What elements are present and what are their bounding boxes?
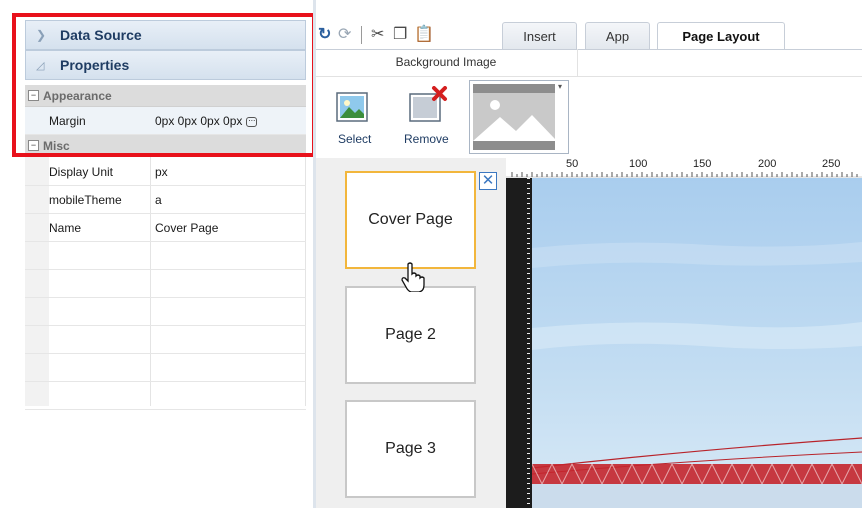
category-misc[interactable]: − Misc bbox=[25, 135, 306, 157]
ruler-label: 100 bbox=[629, 158, 648, 170]
group-separator bbox=[316, 76, 862, 77]
toolbar-separator bbox=[361, 26, 362, 44]
property-row-mobile-theme[interactable]: mobileTheme a bbox=[25, 186, 306, 214]
empty-row bbox=[25, 326, 306, 354]
select-button-label[interactable]: Select bbox=[338, 132, 371, 146]
page-thumbnail-cover[interactable]: Cover Page bbox=[345, 171, 476, 269]
horizontal-ruler: 50 100 150 200 250 bbox=[506, 158, 862, 179]
property-row-name[interactable]: Name Cover Page bbox=[25, 214, 306, 242]
collapse-toggle-icon[interactable]: − bbox=[28, 90, 39, 101]
cover-background-image bbox=[532, 178, 862, 508]
empty-row bbox=[25, 270, 306, 298]
refresh-icon[interactable]: ⟳ bbox=[338, 24, 351, 44]
select-image-icon[interactable] bbox=[336, 92, 368, 122]
property-value[interactable]: a bbox=[155, 193, 162, 207]
background-image-group-label: Background Image bbox=[395, 55, 497, 69]
property-value-margin[interactable]: 0px 0px 0px 0px ⋯ bbox=[155, 114, 258, 128]
properties-panel: ❯ Data Source ◿ Properties − Appearance … bbox=[0, 0, 313, 508]
properties-label: Properties bbox=[60, 57, 130, 73]
tab-insert[interactable]: Insert bbox=[502, 22, 577, 49]
redo-icon[interactable]: ↻ bbox=[318, 24, 331, 44]
ruler-ticks bbox=[506, 172, 862, 178]
close-icon[interactable]: ✕ bbox=[479, 172, 497, 190]
remove-button-label[interactable]: Remove bbox=[404, 132, 449, 146]
category-misc-label: Misc bbox=[43, 139, 70, 153]
property-row-margin[interactable]: Margin 0px 0px 0px 0px ⋯ bbox=[25, 107, 306, 135]
data-source-label: Data Source bbox=[60, 27, 142, 43]
tab-app[interactable]: App bbox=[585, 22, 650, 49]
paste-icon[interactable]: 📋 bbox=[414, 24, 434, 44]
property-row-display-unit[interactable]: Display Unit px bbox=[25, 158, 306, 186]
data-source-header[interactable]: ❯ Data Source bbox=[25, 20, 306, 50]
cut-icon[interactable]: ✂ bbox=[371, 24, 384, 44]
hand-pointer-cursor-icon bbox=[401, 262, 425, 292]
empty-row bbox=[25, 242, 306, 270]
category-appearance[interactable]: − Appearance bbox=[25, 85, 306, 107]
page-thumbnail-label: Page 2 bbox=[385, 326, 436, 343]
property-name: Margin bbox=[49, 114, 86, 128]
page-thumbnail-3[interactable]: Page 3 bbox=[345, 400, 476, 498]
property-value[interactable]: px bbox=[155, 165, 168, 179]
ruler-label: 50 bbox=[566, 158, 579, 170]
property-name: mobileTheme bbox=[49, 193, 122, 207]
ellipsis-button-icon[interactable]: ⋯ bbox=[246, 116, 258, 127]
ruler-label: 150 bbox=[693, 158, 712, 170]
empty-row bbox=[25, 354, 306, 382]
chevron-right-icon: ❯ bbox=[36, 28, 47, 42]
empty-row bbox=[25, 382, 306, 410]
properties-header[interactable]: ◿ Properties bbox=[25, 50, 306, 80]
collapse-toggle-icon[interactable]: − bbox=[28, 140, 39, 151]
vertical-ruler-ticks bbox=[527, 178, 530, 508]
page-thumbnail-2[interactable]: Page 2 bbox=[345, 286, 476, 384]
ruler-label: 250 bbox=[822, 158, 841, 170]
group-vertical-separator bbox=[577, 49, 578, 76]
property-value[interactable]: Cover Page bbox=[155, 221, 218, 235]
ruler-label: 200 bbox=[758, 158, 777, 170]
page-thumbnail-label: Page 3 bbox=[385, 440, 436, 457]
gallery-dropdown-icon[interactable]: ▾ bbox=[554, 82, 566, 94]
expanded-triangle-icon: ◿ bbox=[36, 60, 45, 72]
copy-icon[interactable]: ❐ bbox=[393, 24, 407, 44]
remove-image-icon[interactable] bbox=[408, 86, 448, 122]
property-name: Display Unit bbox=[49, 165, 114, 179]
margin-value: 0px 0px 0px 0px bbox=[155, 114, 243, 128]
tab-page-layout[interactable]: Page Layout bbox=[657, 22, 785, 50]
empty-row bbox=[25, 298, 306, 326]
property-name: Name bbox=[49, 221, 82, 235]
page-thumbnail-label: Cover Page bbox=[368, 211, 453, 228]
category-appearance-label: Appearance bbox=[43, 89, 112, 103]
